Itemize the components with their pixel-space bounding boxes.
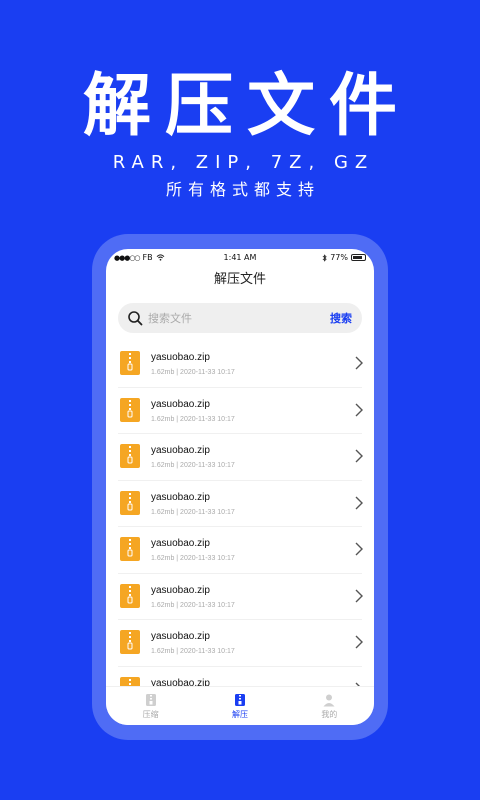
hero-subtitle: 所有格式都支持 [165,180,320,199]
zip-file-icon [120,351,140,375]
file-list-item[interactable]: yasuobao.zip 1.62mb | 2020-11-33 10:17 [106,667,374,687]
chevron-right-icon [355,356,363,370]
search-input[interactable] [148,308,318,328]
file-list-item[interactable]: yasuobao.zip 1.62mb | 2020-11-33 10:17 [106,620,374,667]
tab-label: 我的 [321,709,338,719]
file-name: yasuobao.zip [151,584,210,596]
status-right: 77% [322,253,366,262]
user-icon [322,693,336,707]
file-meta: 1.62mb | 2020-11-33 10:17 [151,462,235,469]
tab-compress[interactable]: 压缩 [106,687,195,725]
phone-screen: ●●●○○ FB 1:41 AM 77% 解压文件 搜索文件 搜索 yasuob… [106,249,374,725]
zip-file-icon [120,630,140,654]
file-meta: 1.62mb | 2020-11-33 10:17 [151,648,235,655]
file-name: yasuobao.zip [151,631,210,642]
file-meta: 1.62mb | 2020-11-33 10:17 [151,369,235,376]
file-meta: 1.62mb | 2020-11-33 10:17 [151,508,235,516]
file-name: yasuobao.zip [151,491,210,503]
zip-file-icon [120,444,140,468]
file-list: yasuobao.zip 1.62mb | 2020-11-33 10:17 y… [106,341,374,687]
file-list-item[interactable]: yasuobao.zip 1.62mb | 2020-11-33 10:17 [106,574,374,621]
zip-file-icon [120,583,140,608]
zip-file-icon [120,397,140,422]
chevron-right-icon [355,496,363,509]
file-list-item[interactable]: yasuobao.zip 1.62mb | 2020-11-33 10:17 [106,388,374,435]
file-list-item[interactable]: yasuobao.zip 1.62mb | 2020-11-33 10:17 [106,434,374,481]
battery-icon [351,254,366,261]
battery-percent: 77% [330,253,348,262]
file-meta: 1.62mb | 2020-11-33 10:17 [151,415,235,423]
file-list-item[interactable]: yasuobao.zip 1.62mb | 2020-11-33 10:17 [106,527,374,574]
file-list-item[interactable]: yasuobao.zip 1.62mb | 2020-11-33 10:17 [106,341,374,388]
status-bar: ●●●○○ FB 1:41 AM 77% [106,249,374,267]
chevron-right-icon [355,635,363,649]
tab-bar: 压缩 解压 我的 [106,686,374,725]
page-title: 解压文件 [213,272,266,287]
chevron-right-icon [355,403,363,416]
file-meta: 1.62mb | 2020-11-33 10:17 [151,601,235,609]
file-name: yasuobao.zip [151,445,210,456]
tab-mine[interactable]: 我的 [285,687,374,725]
search-button[interactable]: 搜索 [330,310,352,326]
chevron-right-icon [355,589,363,602]
file-meta: 1.62mb | 2020-11-33 10:17 [151,555,235,562]
hero-formats: RAR, ZIP, 7Z, GZ [112,152,375,173]
zip-file-icon [120,537,140,561]
file-name: yasuobao.zip [151,352,210,363]
zip-file-icon [120,490,140,515]
search-icon [128,311,143,326]
file-name: yasuobao.zip [151,538,210,549]
tab-label: 解压 [231,709,248,719]
search-bar: 搜索 [118,303,362,333]
compress-icon [144,693,158,707]
tab-label: 压缩 [142,709,159,719]
tab-extract[interactable]: 解压 [195,687,284,725]
file-name: yasuobao.zip [151,398,210,410]
hero-title: 解压文件 [82,66,411,146]
chevron-right-icon [355,542,363,556]
bluetooth-icon [322,253,327,262]
chevron-right-icon [355,449,363,463]
extract-icon [233,693,247,707]
file-list-item[interactable]: yasuobao.zip 1.62mb | 2020-11-33 10:17 [106,481,374,528]
